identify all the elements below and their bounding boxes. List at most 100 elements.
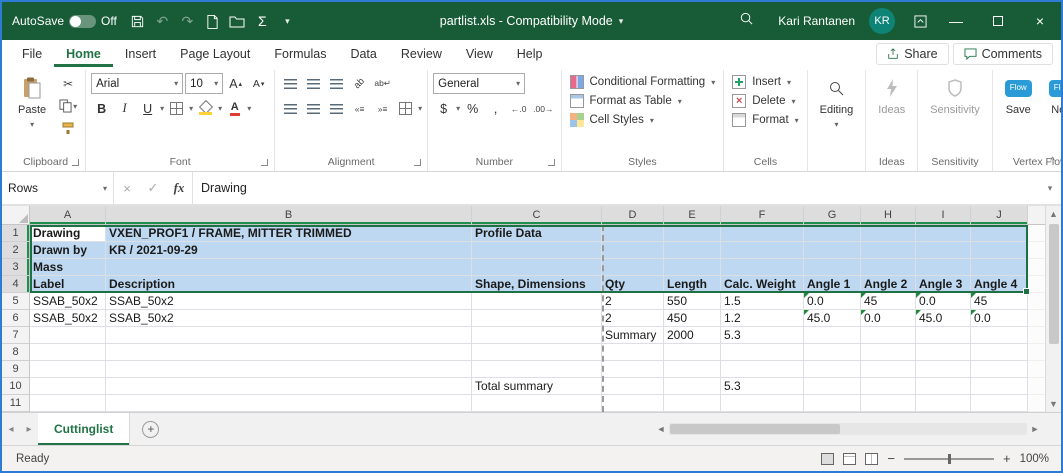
column-header-G[interactable]: G <box>804 206 861 225</box>
cell-B7[interactable] <box>106 327 472 344</box>
underline-dropdown-icon[interactable]: ▾ <box>160 104 164 113</box>
share-button[interactable]: Share <box>876 43 948 65</box>
alignment-dialog-launcher-icon[interactable] <box>414 159 421 166</box>
cell-D6[interactable]: 2 <box>602 310 664 327</box>
row-header-7[interactable]: 7 <box>2 327 30 344</box>
ideas-button[interactable]: Ideas <box>871 73 912 118</box>
cell-H6[interactable]: 0.0 <box>861 310 916 327</box>
save-icon[interactable] <box>125 8 150 34</box>
cell-G3[interactable] <box>804 259 861 276</box>
cell-B5[interactable]: SSAB_50x2 <box>106 293 472 310</box>
cell-A11[interactable] <box>30 395 106 412</box>
cell-F5[interactable]: 1.5 <box>721 293 804 310</box>
formula-input[interactable]: Drawing <box>193 181 1039 195</box>
title-dropdown-icon[interactable]: ▾ <box>619 16 624 27</box>
cell-A9[interactable] <box>30 361 106 378</box>
cell-I9[interactable] <box>916 361 971 378</box>
conditional-formatting-button[interactable]: Conditional Formatting▾ <box>567 73 719 91</box>
tab-file[interactable]: File <box>10 42 54 67</box>
user-avatar[interactable]: KR <box>869 8 895 34</box>
cell-E3[interactable] <box>664 259 721 276</box>
tab-data[interactable]: Data <box>338 42 388 67</box>
cell-A6[interactable]: SSAB_50x2 <box>30 310 106 327</box>
font-dialog-launcher-icon[interactable] <box>261 159 268 166</box>
cell-E5[interactable]: 550 <box>664 293 721 310</box>
cell-J5[interactable]: 45 <box>971 293 1028 310</box>
cell-A2[interactable]: Drawn by <box>30 242 106 259</box>
cell-D3[interactable] <box>602 259 664 276</box>
borders-button[interactable] <box>166 98 187 119</box>
format-as-table-button[interactable]: Format as Table▾ <box>567 92 719 110</box>
scroll-up-icon[interactable]: ▲ <box>1046 206 1062 222</box>
scroll-left-icon[interactable]: ◄ <box>653 421 669 437</box>
column-header-I[interactable]: I <box>916 206 971 225</box>
sheet-tab-cuttinglist[interactable]: Cuttinglist <box>38 413 130 445</box>
accounting-dropdown-icon[interactable]: ▾ <box>456 104 460 113</box>
cell-E8[interactable] <box>664 344 721 361</box>
font-color-button[interactable]: A <box>224 98 245 119</box>
zoom-in-icon[interactable]: + <box>1003 451 1011 466</box>
fill-color-button[interactable] <box>195 98 216 119</box>
cell-I8[interactable] <box>916 344 971 361</box>
open-folder-icon[interactable] <box>225 8 250 34</box>
paste-button[interactable]: Paste ▾ <box>11 73 53 133</box>
horizontal-scrollbar[interactable]: ◄ ► <box>653 421 1043 437</box>
page-break-view-icon[interactable] <box>865 453 878 465</box>
cell-C10[interactable]: Total summary <box>472 378 602 395</box>
italic-button[interactable]: I <box>114 98 135 119</box>
cell-B6[interactable]: SSAB_50x2 <box>106 310 472 327</box>
sensitivity-button[interactable]: Sensitivity <box>923 73 987 118</box>
row-header-2[interactable]: 2 <box>2 242 30 259</box>
cell-H8[interactable] <box>861 344 916 361</box>
zoom-level[interactable]: 100% <box>1020 453 1049 465</box>
row-header-11[interactable]: 11 <box>2 395 30 412</box>
cell-J6[interactable]: 0.0 <box>971 310 1028 327</box>
cell-A8[interactable] <box>30 344 106 361</box>
bold-button[interactable]: B <box>91 98 112 119</box>
cell-A4[interactable]: Label <box>30 276 106 293</box>
column-header-E[interactable]: E <box>664 206 721 225</box>
tab-view[interactable]: View <box>454 42 505 67</box>
cell-H7[interactable] <box>861 327 916 344</box>
cell-C4[interactable]: Shape, Dimensions <box>472 276 602 293</box>
cell-H4[interactable]: Angle 2 <box>861 276 916 293</box>
merge-center-icon[interactable] <box>395 98 416 119</box>
user-name[interactable]: Kari Rantanen <box>778 14 855 28</box>
cell-I1[interactable] <box>916 225 971 242</box>
editing-button[interactable]: Editing ▾ <box>813 73 861 133</box>
sheet-nav-right-icon[interactable]: ▸ <box>20 424 38 435</box>
cell-J4[interactable]: Angle 4 <box>971 276 1028 293</box>
zoom-slider[interactable] <box>904 458 994 460</box>
align-left-icon[interactable] <box>280 98 301 119</box>
font-name-select[interactable]: Arial▾ <box>91 73 183 94</box>
font-color-dropdown-icon[interactable]: ▾ <box>247 104 251 113</box>
cell-F8[interactable] <box>721 344 804 361</box>
align-top-icon[interactable] <box>280 73 301 94</box>
cell-J11[interactable] <box>971 395 1028 412</box>
insert-cells-button[interactable]: Insert▾ <box>729 73 801 91</box>
horizontal-scroll-thumb[interactable] <box>670 424 840 434</box>
number-format-select[interactable]: General▾ <box>433 73 525 94</box>
cell-D7[interactable]: Summary <box>602 327 664 344</box>
cell-D4[interactable]: Qty <box>602 276 664 293</box>
cell-F11[interactable] <box>721 395 804 412</box>
collapse-ribbon-icon[interactable]: ^ <box>1050 156 1055 167</box>
comments-button[interactable]: Comments <box>953 43 1053 65</box>
insert-function-icon[interactable]: fx <box>166 172 192 204</box>
borders-dropdown-icon[interactable]: ▾ <box>189 104 193 113</box>
cut-button[interactable]: ✂ <box>56 74 80 94</box>
cell-A7[interactable] <box>30 327 106 344</box>
expand-formula-bar-icon[interactable]: ▾ <box>1039 183 1061 194</box>
cell-B1[interactable]: VXEN_PROF1 / FRAME, MITTER TRIMMED <box>106 225 472 242</box>
cell-G10[interactable] <box>804 378 861 395</box>
page-layout-view-icon[interactable] <box>843 453 856 465</box>
zoom-slider-thumb[interactable] <box>948 454 951 464</box>
scroll-right-icon[interactable]: ► <box>1027 421 1043 437</box>
cell-J8[interactable] <box>971 344 1028 361</box>
cell-G8[interactable] <box>804 344 861 361</box>
cell-H3[interactable] <box>861 259 916 276</box>
orientation-icon[interactable]: ab <box>349 73 370 94</box>
column-header-A[interactable]: A <box>30 206 106 225</box>
maximize-button[interactable] <box>977 2 1019 40</box>
cell-I3[interactable] <box>916 259 971 276</box>
